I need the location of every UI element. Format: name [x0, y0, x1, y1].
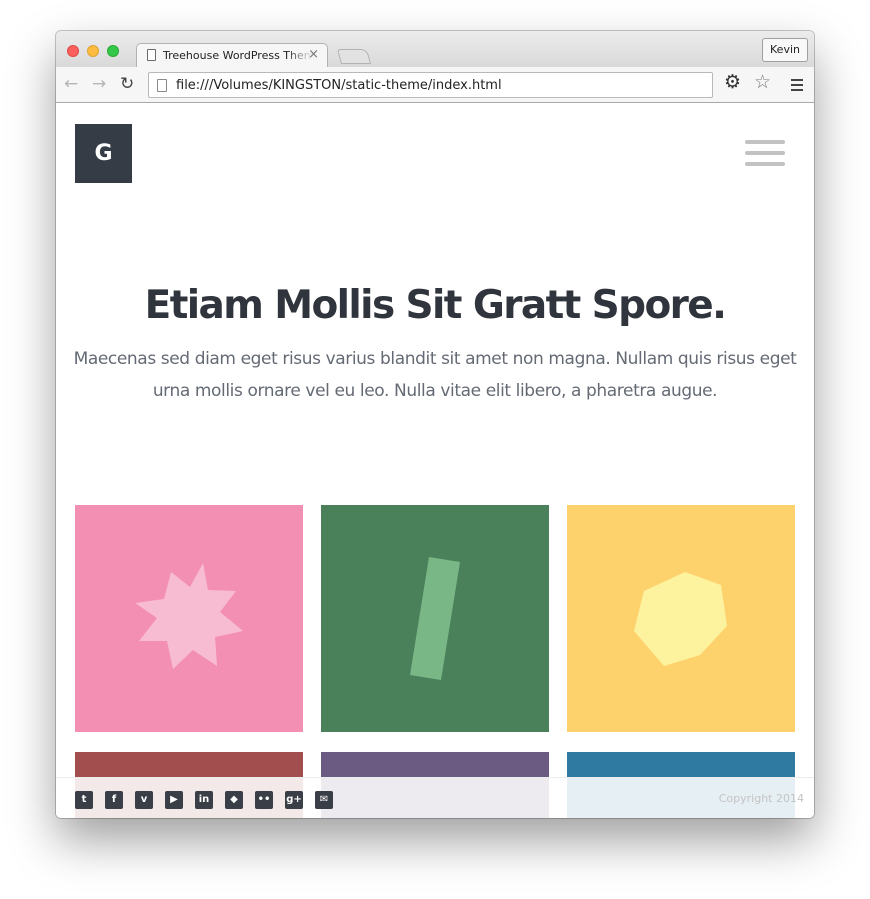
hero-title: Etiam Mollis Sit Gratt Spore. [144, 283, 727, 328]
github-icon[interactable]: ◆ [225, 791, 243, 809]
browser-toolbar: ← → ↻ file:///Volumes/KINGSTON/static-th… [56, 67, 814, 103]
twitter-icon[interactable]: t [75, 791, 93, 809]
close-window-button[interactable] [67, 45, 79, 57]
page-icon [157, 79, 167, 92]
google-plus-icon[interactable]: g+ [285, 791, 303, 809]
reload-icon[interactable]: ↻ [120, 75, 134, 93]
new-tab-button[interactable] [336, 49, 372, 64]
browser-window: Treehouse WordPress Theme × Kevin ← → ↻ … [56, 31, 814, 818]
page-viewport: G Etiam Mollis Sit Gratt Spore. Maecenas… [56, 103, 814, 818]
portfolio-tile-star[interactable] [75, 505, 303, 732]
portfolio-tile-bar[interactable] [321, 505, 549, 732]
copyright-text: Copyright 2014 [718, 792, 804, 805]
vimeo-icon[interactable]: v [135, 791, 153, 809]
document-icon [147, 49, 156, 61]
back-arrow-icon[interactable]: ← [64, 75, 78, 93]
mail-icon[interactable]: ✉ [315, 791, 333, 809]
url-text[interactable]: file:///Volumes/KINGSTON/static-theme/in… [176, 78, 502, 93]
address-bar[interactable]: file:///Volumes/KINGSTON/static-theme/in… [148, 72, 713, 98]
hamburger-menu-icon[interactable] [745, 140, 785, 170]
close-tab-icon[interactable]: × [308, 47, 319, 63]
star-icon[interactable]: ☆ [754, 73, 771, 92]
tab-title: Treehouse WordPress Theme [163, 49, 313, 62]
zoom-window-button[interactable] [107, 45, 119, 57]
hero-text: Maecenas sed diam eget risus varius blan… [73, 349, 797, 401]
site-logo[interactable]: G [75, 124, 132, 183]
menu-icon[interactable] [791, 79, 803, 94]
gear-icon[interactable]: ⚙ [724, 73, 741, 92]
profile-button[interactable]: Kevin [762, 38, 808, 62]
forward-arrow-icon[interactable]: → [92, 75, 106, 93]
flickr-icon[interactable]: •• [255, 791, 273, 809]
facebook-icon[interactable]: f [105, 791, 123, 809]
browser-tab[interactable]: Treehouse WordPress Theme × [136, 43, 328, 67]
site-footer: t f v ▶ in ◆ •• g+ ✉ Copyright 2014 [56, 777, 814, 818]
youtube-icon[interactable]: ▶ [165, 791, 183, 809]
minimize-window-button[interactable] [87, 45, 99, 57]
tab-bar: Treehouse WordPress Theme × Kevin [56, 31, 814, 67]
linkedin-icon[interactable]: in [195, 791, 213, 809]
portfolio-tile-hexagon[interactable] [567, 505, 795, 732]
